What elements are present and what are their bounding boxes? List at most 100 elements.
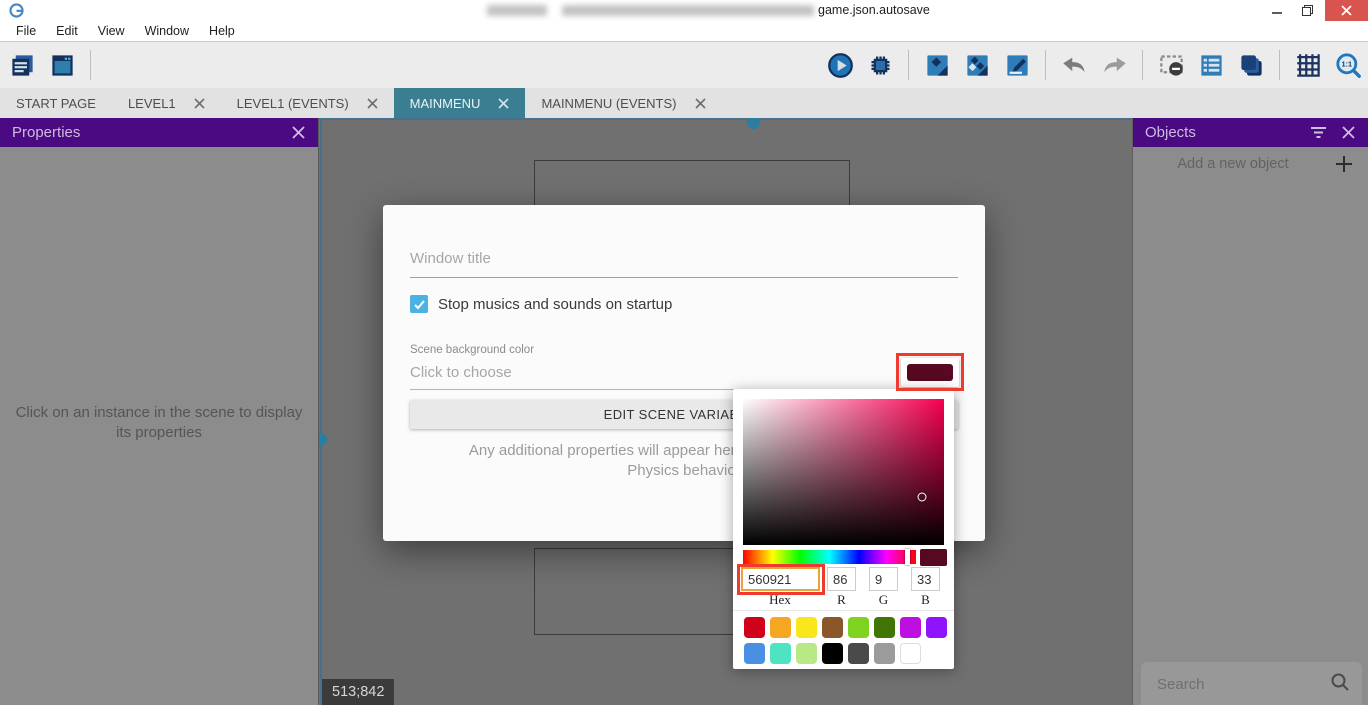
- restore-button[interactable]: [1292, 0, 1322, 21]
- debug-icon: [867, 52, 894, 79]
- scene-properties-button[interactable]: [1001, 47, 1033, 83]
- project-manager-button[interactable]: [6, 47, 38, 83]
- checkmark-icon: [413, 298, 426, 311]
- preset-color-swatch[interactable]: [822, 643, 843, 664]
- tab-label: LEVEL1 (EVENTS): [237, 96, 349, 111]
- hue-slider[interactable]: [743, 550, 916, 564]
- preset-color-swatch[interactable]: [874, 643, 895, 664]
- grid-icon: [1295, 52, 1322, 79]
- preset-color-swatch[interactable]: [796, 643, 817, 664]
- objects-panel-title: Objects: [1145, 124, 1296, 141]
- filter-objects-button[interactable]: [1310, 125, 1327, 140]
- bg-color-label: Scene background color: [410, 344, 534, 356]
- saturation-brightness-area[interactable]: [743, 399, 944, 545]
- tab-mainmenu-events[interactable]: MAINMENU (EVENTS): [525, 88, 721, 118]
- tabbar: START PAGE LEVEL1 LEVEL1 (EVENTS) MAINME…: [0, 88, 1368, 118]
- properties-panel: Properties Click on an instance in the s…: [0, 118, 318, 705]
- preset-color-swatch[interactable]: [744, 643, 765, 664]
- resize-handle-top[interactable]: [747, 118, 760, 129]
- menu-help[interactable]: Help: [199, 21, 245, 41]
- redo-button[interactable]: [1098, 47, 1130, 83]
- menu-file[interactable]: File: [6, 21, 46, 41]
- preset-color-swatch[interactable]: [900, 643, 921, 664]
- close-properties-button[interactable]: [291, 125, 306, 140]
- objects-panel: Objects Add a new object: [1132, 118, 1368, 705]
- redo-icon: [1101, 52, 1128, 79]
- tab-close-button[interactable]: [498, 98, 509, 109]
- preset-color-swatch[interactable]: [874, 617, 895, 638]
- delete-selection-icon: [1158, 52, 1185, 79]
- preview-button[interactable]: [824, 47, 856, 83]
- window-title-text: game.json.autosave: [818, 3, 930, 17]
- tab-mainmenu[interactable]: MAINMENU: [394, 88, 526, 118]
- color-picker-popup: Hex R G B: [733, 389, 954, 669]
- close-window-button[interactable]: [1325, 0, 1368, 21]
- undo-button[interactable]: [1058, 47, 1090, 83]
- tab-start-page[interactable]: START PAGE: [0, 88, 112, 118]
- delete-selection-button[interactable]: [1155, 47, 1187, 83]
- minimize-button[interactable]: [1262, 0, 1292, 21]
- redacted-title-segment: [562, 5, 814, 16]
- menu-edit[interactable]: Edit: [46, 21, 88, 41]
- blue-input[interactable]: [911, 567, 940, 591]
- preset-color-swatch[interactable]: [900, 617, 921, 638]
- object-groups-button[interactable]: [961, 47, 993, 83]
- preset-color-swatch[interactable]: [822, 617, 843, 638]
- stop-sounds-checkbox[interactable]: [410, 295, 428, 313]
- start-page-button[interactable]: [46, 47, 78, 83]
- window-title-field[interactable]: [410, 250, 958, 267]
- close-objects-button[interactable]: [1341, 125, 1356, 140]
- preset-color-swatch[interactable]: [770, 617, 791, 638]
- saturation-marker[interactable]: [917, 492, 926, 501]
- red-input[interactable]: [827, 567, 856, 591]
- preset-color-swatch[interactable]: [848, 643, 869, 664]
- preset-color-swatch[interactable]: [744, 617, 765, 638]
- tab-close-button[interactable]: [194, 98, 205, 109]
- tab-close-button[interactable]: [367, 98, 378, 109]
- preset-color-swatch[interactable]: [926, 617, 947, 638]
- add-object-row: Add a new object: [1133, 154, 1368, 178]
- selection-edge-top: [319, 118, 1132, 120]
- close-icon: [1341, 5, 1352, 16]
- add-object-button[interactable]: [1334, 154, 1354, 174]
- objects-panel-header: Objects: [1133, 118, 1368, 147]
- green-input[interactable]: [869, 567, 898, 591]
- close-icon: [291, 125, 306, 140]
- toolbar: 1:1: [0, 42, 1368, 88]
- cursor-coordinates-badge: 513;842: [322, 679, 394, 705]
- zoom-reset-button[interactable]: 1:1: [1332, 47, 1364, 83]
- hue-slider-handle[interactable]: [905, 549, 910, 565]
- search-input[interactable]: [1157, 672, 1307, 696]
- layers-editor-button[interactable]: [1235, 47, 1267, 83]
- minimize-icon: [1271, 5, 1283, 17]
- toolbar-separator: [90, 50, 91, 80]
- selection-edge-left: [320, 118, 322, 705]
- instances-list-button[interactable]: [1195, 47, 1227, 83]
- toolbar-separator: [1045, 50, 1046, 80]
- menu-view[interactable]: View: [88, 21, 135, 41]
- preset-color-swatch[interactable]: [796, 617, 817, 638]
- annotation-box-hex-input: [737, 564, 825, 595]
- stop-sounds-label: Stop musics and sounds on startup: [438, 296, 672, 313]
- b-label: B: [911, 592, 940, 608]
- debug-button[interactable]: [864, 47, 896, 83]
- grid-button[interactable]: [1292, 47, 1324, 83]
- objects-editor-button[interactable]: [921, 47, 953, 83]
- field-underline: [410, 277, 958, 278]
- close-icon: [498, 98, 509, 109]
- tab-label: START PAGE: [16, 96, 96, 111]
- tab-level1-events[interactable]: LEVEL1 (EVENTS): [221, 88, 394, 118]
- instances-list-icon: [1198, 52, 1225, 79]
- resize-handle-left[interactable]: [318, 433, 327, 446]
- preset-color-swatch[interactable]: [770, 643, 791, 664]
- menu-window[interactable]: Window: [135, 21, 199, 41]
- search-icon: [1330, 672, 1350, 697]
- close-icon: [695, 98, 706, 109]
- preset-swatches-row: [744, 617, 947, 638]
- preset-color-swatch[interactable]: [848, 617, 869, 638]
- tab-close-button[interactable]: [695, 98, 706, 109]
- bg-color-field[interactable]: [410, 364, 880, 381]
- tab-level1[interactable]: LEVEL1: [112, 88, 221, 118]
- toolbar-separator: [1279, 50, 1280, 80]
- titlebar: game.json.autosave: [0, 0, 1368, 21]
